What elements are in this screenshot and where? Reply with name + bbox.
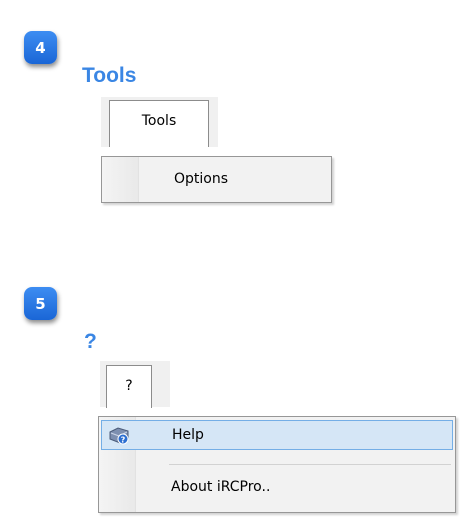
- step-5-number: 5: [35, 294, 46, 313]
- options-menu-item[interactable]: Options: [104, 164, 329, 194]
- help-book-icon: ?: [109, 427, 129, 445]
- step-5-badge: 5: [24, 287, 57, 320]
- help-menu-item[interactable]: ? Help: [101, 420, 453, 450]
- tools-menu-tab[interactable]: Tools: [109, 100, 209, 147]
- step-4-number: 4: [35, 38, 46, 57]
- tools-dropdown-menu: Options: [101, 156, 332, 203]
- tools-section-title: Tools: [82, 64, 137, 87]
- help-menu-tab-label: ?: [125, 378, 133, 394]
- about-menu-item[interactable]: About iRCPro..: [101, 472, 453, 502]
- tools-menu-tab-label: Tools: [141, 113, 177, 129]
- about-menu-item-label: About iRCPro..: [171, 479, 271, 495]
- svg-text:?: ?: [121, 436, 126, 445]
- help-section-title: ?: [84, 330, 97, 353]
- options-menu-item-label: Options: [174, 171, 229, 187]
- help-menu-tab[interactable]: ?: [106, 365, 152, 408]
- help-dropdown-menu: ? Help About iRCPro..: [98, 416, 456, 513]
- step-4-badge: 4: [24, 31, 57, 64]
- menu-separator: [169, 464, 451, 465]
- help-menu-item-label: Help: [172, 427, 204, 443]
